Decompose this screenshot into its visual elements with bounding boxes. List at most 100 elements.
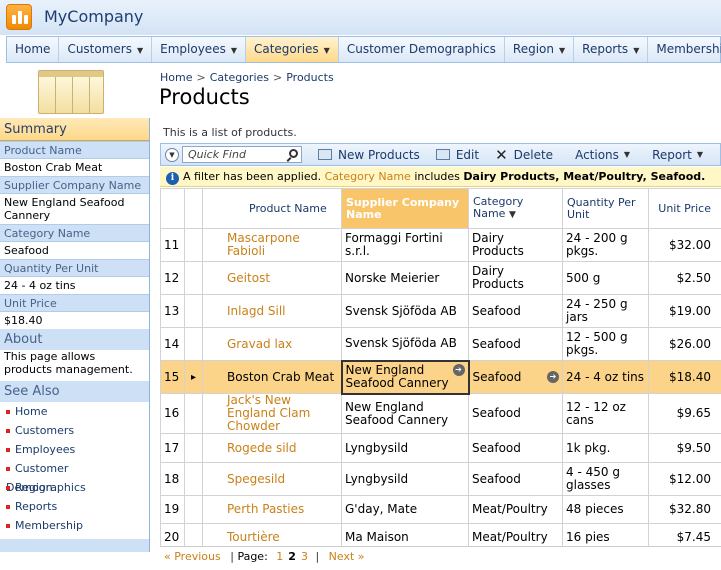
quick-find-input[interactable]: Quick Find (182, 146, 302, 163)
cell-quantity-text: 4 - 450 g glasses (566, 465, 620, 492)
cell-quantity: 24 - 4 oz tins (562, 360, 649, 394)
delete-button[interactable]: ✕ Delete (495, 146, 553, 164)
cell-product-name-text: Jack's New England Clam Chowder (227, 393, 311, 433)
cell-unit-price-text: $12.00 (669, 471, 711, 486)
table-row[interactable]: 13 Inlagd Sill Svensk Sjöföda AB Seafood 24 … (160, 294, 721, 328)
see-also-link-customers[interactable]: Customers (0, 421, 149, 440)
cell-product-name[interactable]: Rogede sild (202, 433, 342, 463)
nav-item-label: Customers (67, 42, 132, 56)
sidebar: Summary Product Name Boston Crab Meat Supp… (0, 118, 150, 552)
chevron-down-icon: ▼ (136, 46, 144, 55)
nav-item-reports[interactable]: Reports ▼ (574, 37, 649, 62)
actions-label: Actions (575, 147, 619, 162)
search-icon[interactable] (289, 149, 298, 158)
edit-icon (435, 149, 450, 160)
link-label: Region (15, 481, 53, 494)
header-quantity-per-unit[interactable]: Quantity Per Unit (562, 188, 649, 229)
cell-category: Meat/Poultry (468, 495, 563, 524)
see-also-links: Home Customers Employees Customer Demograph… (0, 402, 149, 539)
edit-button[interactable]: Edit (435, 148, 479, 162)
row-number-text: 11 (164, 237, 180, 252)
breadcrumb-home[interactable]: Home (160, 71, 192, 84)
cell-product-name-text: Tourtière (227, 530, 280, 544)
header-unit-price[interactable]: Unit Price (648, 188, 721, 229)
cell-product-name[interactable]: Inlagd Sill (202, 294, 342, 328)
actions-menu[interactable]: Actions ▼ (575, 148, 630, 162)
quick-find-toggle-icon[interactable]: ▼ (165, 147, 179, 162)
new-products-button[interactable]: New Products (318, 148, 420, 162)
cell-category: Dairy Products (468, 261, 563, 295)
nav-item-customer-demographics[interactable]: Customer Demographics (339, 37, 505, 62)
chevron-down-icon: ▼ (623, 150, 631, 159)
table-row[interactable]: 19 Perth Pasties G'day, Mate Meat/Poultry 48… (160, 495, 721, 524)
table-row[interactable]: 17 Rogede sild Lyngbysild Seafood 1k pkg. $9.… (160, 433, 721, 463)
navigate-arrow-icon[interactable]: ➔ (547, 370, 559, 383)
navigate-arrow-icon[interactable]: ➔ (452, 364, 465, 376)
header-product-name[interactable]: Product Name (202, 188, 342, 229)
header-category-name[interactable]: Category Name ▼ (468, 188, 563, 229)
report-menu[interactable]: Report ▼ (652, 148, 703, 162)
cell-supplier: Lyngbysild (341, 433, 469, 463)
summary-label: Category Name (0, 224, 149, 241)
chevron-down-icon: ▼ (696, 150, 704, 159)
table-row[interactable]: 15 ▸ Boston Crab Meat ➔ New England Seafood … (160, 359, 721, 395)
filter-field-link[interactable]: Category Name (325, 170, 411, 183)
row-selector (184, 261, 203, 295)
cell-quantity-text: 48 pieces (566, 502, 624, 516)
table-row[interactable]: 14 Gravad lax Svensk Sjöföda AB Seafood 12 -… (160, 327, 721, 361)
summary-header: Summary (0, 118, 149, 141)
see-also-link-employees[interactable]: Employees (0, 440, 149, 459)
breadcrumb-categories[interactable]: Categories (210, 71, 269, 84)
cell-unit-price-text: $9.65 (676, 406, 711, 420)
previous-page-link[interactable]: « Previous (164, 550, 221, 563)
cell-category: Dairy Products (468, 228, 563, 262)
delete-icon: ✕ (495, 145, 508, 164)
nav-item-categories[interactable]: Categories ▼ (245, 37, 339, 62)
cell-product-name[interactable]: Gravad lax (202, 327, 342, 361)
cell-product-name[interactable]: Jack's New England Clam Chowder (202, 393, 342, 434)
see-also-link-reports[interactable]: Reports (0, 497, 149, 516)
cell-product-name[interactable]: Geitost (202, 261, 342, 295)
cell-unit-price-text: $7.45 (676, 530, 711, 544)
cell-supplier-text: New England Seafood Cannery (345, 399, 449, 427)
cell-quantity-text: 12 - 12 oz cans (566, 399, 626, 427)
see-also-link-customer-demographics[interactable]: Customer Demographics (0, 459, 149, 494)
page-link-1[interactable]: 1 (276, 550, 283, 563)
page-link-2[interactable]: 2 (288, 550, 296, 563)
cell-unit-price-text: $26.00 (669, 336, 711, 351)
filter-operator: includes (414, 170, 460, 183)
header-supplier-company-name[interactable]: Supplier Company Name (341, 188, 469, 229)
table-row[interactable]: 11 Mascarpone Fabioli Formaggi Fortini s.r… (160, 228, 721, 262)
table-row[interactable]: 18 Spegesild Lyngbysild Seafood 4 - 450 g gl… (160, 462, 721, 496)
about-header: About (4, 332, 43, 347)
nav-item-region[interactable]: Region ▼ (505, 37, 575, 62)
cell-product-name[interactable]: Boston Crab Meat (202, 360, 342, 394)
page-link-3[interactable]: 3 (301, 550, 308, 563)
link-label: Membership (15, 519, 83, 532)
nav-item-home[interactable]: Home (7, 37, 60, 62)
table-row[interactable]: 16 Jack's New England Clam Chowder New Eng… (160, 393, 721, 434)
cell-supplier: Svensk Sjöföda AB (341, 294, 469, 328)
nav-item-label: Employees (160, 42, 226, 56)
row-selector (184, 393, 203, 434)
table-row[interactable]: 12 Geitost Norske Meierier Dairy Products 50… (160, 261, 721, 295)
cell-quantity-text: 1k pkg. (566, 440, 611, 455)
nav-item-customers[interactable]: Customers ▼ (59, 37, 153, 62)
cell-unit-price-text: $32.00 (669, 237, 711, 252)
cell-product-name[interactable]: Spegesild (202, 462, 342, 496)
cell-category-text: Meat/Poultry (472, 502, 548, 516)
see-also-link-membership[interactable]: Membership (0, 516, 149, 535)
row-number: 13 (160, 294, 185, 328)
cell-product-name[interactable]: Perth Pasties (202, 495, 342, 524)
row-number-text: 16 (164, 406, 180, 420)
row-number-text: 13 (164, 303, 180, 318)
cell-quantity: 500 g (562, 261, 649, 295)
cell-supplier-text: Formaggi Fortini s.r.l. (345, 231, 443, 258)
grid-page-icon (38, 70, 104, 114)
filter-funnel-icon[interactable]: ▼ (509, 210, 516, 220)
nav-item-employees[interactable]: Employees ▼ (152, 37, 246, 62)
next-page-link[interactable]: Next » (329, 550, 365, 563)
nav-item-membership[interactable]: Membership (648, 37, 721, 62)
see-also-link-home[interactable]: Home (0, 402, 149, 421)
cell-product-name[interactable]: Mascarpone Fabioli (202, 228, 342, 262)
